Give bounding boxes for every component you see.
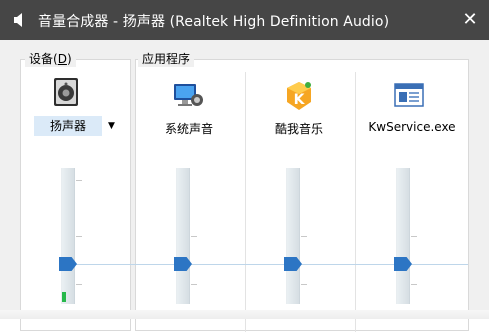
tick-mark <box>301 284 307 285</box>
device-dropdown[interactable]: 扬声器 ▼ <box>34 116 122 136</box>
close-button[interactable]: ✕ <box>451 0 489 40</box>
system-sounds-volume-track[interactable] <box>176 168 190 304</box>
kuwo-music-volume-track[interactable] <box>286 168 300 304</box>
applications-group-label: 应用程序 <box>138 51 195 67</box>
device-volume-track[interactable] <box>61 168 75 304</box>
kwservice-window-icon[interactable] <box>393 80 425 112</box>
tick-mark <box>76 180 82 181</box>
column-separator <box>355 72 356 332</box>
tick-mark <box>301 236 307 237</box>
tick-mark <box>411 236 417 237</box>
column-separator <box>245 72 246 332</box>
svg-text:K: K <box>294 92 306 108</box>
app-name-kwservice: KwService.exe <box>368 120 456 134</box>
kwservice-volume-track[interactable] <box>396 168 410 304</box>
tick-mark <box>76 284 82 285</box>
window-title: 音量合成器 - 扬声器 (Realtek High Definition Aud… <box>38 14 390 30</box>
system-sounds-icon[interactable] <box>172 78 204 110</box>
speaker-icon <box>14 13 22 27</box>
bottom-edge <box>0 310 489 319</box>
kuwo-music-icon[interactable]: K <box>283 80 315 112</box>
tick-mark <box>411 284 417 285</box>
device-dropdown-value: 扬声器 <box>34 116 102 136</box>
device-peak-meter <box>62 292 66 302</box>
app-name-system-sounds: 系统声音 <box>164 122 213 136</box>
title-bar: 音量合成器 - 扬声器 (Realtek High Definition Aud… <box>0 0 489 40</box>
device-group-label: 设备(D) <box>25 51 76 67</box>
speaker-device-icon[interactable] <box>50 76 82 108</box>
app-name-kuwo-music: 酷我音乐 <box>274 122 323 136</box>
tick-mark <box>191 284 197 285</box>
tick-mark <box>191 236 197 237</box>
chevron-down-icon: ▼ <box>108 121 115 131</box>
tick-mark <box>76 236 82 237</box>
